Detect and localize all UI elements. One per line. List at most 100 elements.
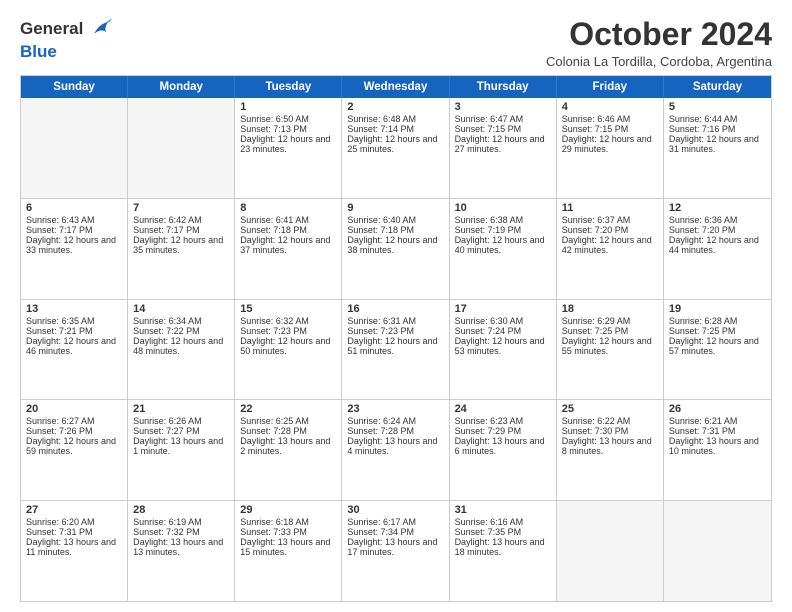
calendar-cell: 18Sunrise: 6:29 AMSunset: 7:25 PMDayligh… <box>557 300 664 400</box>
header-day-monday: Monday <box>128 76 235 98</box>
calendar: SundayMondayTuesdayWednesdayThursdayFrid… <box>20 75 772 602</box>
calendar-cell: 8Sunrise: 6:41 AMSunset: 7:18 PMDaylight… <box>235 199 342 299</box>
sunset-text: Sunset: 7:30 PM <box>562 426 658 436</box>
sunrise-text: Sunrise: 6:21 AM <box>669 416 766 426</box>
sunrise-text: Sunrise: 6:18 AM <box>240 517 336 527</box>
daylight-text: Daylight: 13 hours and 10 minutes. <box>669 436 766 456</box>
sunset-text: Sunset: 7:35 PM <box>455 527 551 537</box>
daylight-text: Daylight: 12 hours and 35 minutes. <box>133 235 229 255</box>
calendar-cell: 29Sunrise: 6:18 AMSunset: 7:33 PMDayligh… <box>235 501 342 601</box>
sunset-text: Sunset: 7:21 PM <box>26 326 122 336</box>
day-number: 2 <box>347 101 443 113</box>
day-number: 11 <box>562 202 658 214</box>
sunset-text: Sunset: 7:31 PM <box>669 426 766 436</box>
day-number: 8 <box>240 202 336 214</box>
header-day-friday: Friday <box>557 76 664 98</box>
sunrise-text: Sunrise: 6:48 AM <box>347 114 443 124</box>
sunrise-text: Sunrise: 6:32 AM <box>240 316 336 326</box>
sunset-text: Sunset: 7:25 PM <box>562 326 658 336</box>
daylight-text: Daylight: 12 hours and 48 minutes. <box>133 336 229 356</box>
calendar-cell: 9Sunrise: 6:40 AMSunset: 7:18 PMDaylight… <box>342 199 449 299</box>
calendar-cell: 14Sunrise: 6:34 AMSunset: 7:22 PMDayligh… <box>128 300 235 400</box>
sunrise-text: Sunrise: 6:23 AM <box>455 416 551 426</box>
calendar-row-3: 13Sunrise: 6:35 AMSunset: 7:21 PMDayligh… <box>21 299 771 400</box>
sunrise-text: Sunrise: 6:44 AM <box>669 114 766 124</box>
calendar-cell <box>557 501 664 601</box>
day-number: 9 <box>347 202 443 214</box>
sunset-text: Sunset: 7:19 PM <box>455 225 551 235</box>
daylight-text: Daylight: 13 hours and 2 minutes. <box>240 436 336 456</box>
day-number: 16 <box>347 303 443 315</box>
sunset-text: Sunset: 7:23 PM <box>240 326 336 336</box>
calendar-cell: 25Sunrise: 6:22 AMSunset: 7:30 PMDayligh… <box>557 400 664 500</box>
calendar-body: 1Sunrise: 6:50 AMSunset: 7:13 PMDaylight… <box>21 98 771 601</box>
day-number: 30 <box>347 504 443 516</box>
day-number: 23 <box>347 403 443 415</box>
sunset-text: Sunset: 7:33 PM <box>240 527 336 537</box>
sunrise-text: Sunrise: 6:24 AM <box>347 416 443 426</box>
calendar-cell: 23Sunrise: 6:24 AMSunset: 7:28 PMDayligh… <box>342 400 449 500</box>
page: General Blue October 2024 Colonia La Tor… <box>0 0 792 612</box>
calendar-row-2: 6Sunrise: 6:43 AMSunset: 7:17 PMDaylight… <box>21 198 771 299</box>
day-number: 21 <box>133 403 229 415</box>
day-number: 6 <box>26 202 122 214</box>
sunrise-text: Sunrise: 6:20 AM <box>26 517 122 527</box>
daylight-text: Daylight: 13 hours and 13 minutes. <box>133 537 229 557</box>
sunset-text: Sunset: 7:32 PM <box>133 527 229 537</box>
sunrise-text: Sunrise: 6:42 AM <box>133 215 229 225</box>
calendar-cell: 15Sunrise: 6:32 AMSunset: 7:23 PMDayligh… <box>235 300 342 400</box>
calendar-row-5: 27Sunrise: 6:20 AMSunset: 7:31 PMDayligh… <box>21 500 771 601</box>
calendar-cell: 2Sunrise: 6:48 AMSunset: 7:14 PMDaylight… <box>342 98 449 198</box>
calendar-cell: 19Sunrise: 6:28 AMSunset: 7:25 PMDayligh… <box>664 300 771 400</box>
day-number: 12 <box>669 202 766 214</box>
calendar-cell: 16Sunrise: 6:31 AMSunset: 7:23 PMDayligh… <box>342 300 449 400</box>
sunrise-text: Sunrise: 6:34 AM <box>133 316 229 326</box>
sunset-text: Sunset: 7:31 PM <box>26 527 122 537</box>
calendar-header: SundayMondayTuesdayWednesdayThursdayFrid… <box>21 76 771 98</box>
daylight-text: Daylight: 12 hours and 33 minutes. <box>26 235 122 255</box>
daylight-text: Daylight: 12 hours and 31 minutes. <box>669 134 766 154</box>
daylight-text: Daylight: 12 hours and 23 minutes. <box>240 134 336 154</box>
day-number: 19 <box>669 303 766 315</box>
calendar-cell: 10Sunrise: 6:38 AMSunset: 7:19 PMDayligh… <box>450 199 557 299</box>
title-block: October 2024 Colonia La Tordilla, Cordob… <box>546 16 772 69</box>
day-number: 29 <box>240 504 336 516</box>
daylight-text: Daylight: 12 hours and 50 minutes. <box>240 336 336 356</box>
calendar-cell: 30Sunrise: 6:17 AMSunset: 7:34 PMDayligh… <box>342 501 449 601</box>
calendar-row-4: 20Sunrise: 6:27 AMSunset: 7:26 PMDayligh… <box>21 399 771 500</box>
location: Colonia La Tordilla, Cordoba, Argentina <box>546 54 772 69</box>
calendar-cell: 31Sunrise: 6:16 AMSunset: 7:35 PMDayligh… <box>450 501 557 601</box>
header-day-thursday: Thursday <box>450 76 557 98</box>
logo-general: General <box>20 19 83 39</box>
day-number: 25 <box>562 403 658 415</box>
daylight-text: Daylight: 12 hours and 25 minutes. <box>347 134 443 154</box>
sunrise-text: Sunrise: 6:31 AM <box>347 316 443 326</box>
sunrise-text: Sunrise: 6:29 AM <box>562 316 658 326</box>
calendar-cell: 5Sunrise: 6:44 AMSunset: 7:16 PMDaylight… <box>664 98 771 198</box>
calendar-cell: 24Sunrise: 6:23 AMSunset: 7:29 PMDayligh… <box>450 400 557 500</box>
calendar-cell <box>664 501 771 601</box>
sunset-text: Sunset: 7:14 PM <box>347 124 443 134</box>
calendar-cell <box>128 98 235 198</box>
day-number: 10 <box>455 202 551 214</box>
sunrise-text: Sunrise: 6:30 AM <box>455 316 551 326</box>
day-number: 3 <box>455 101 551 113</box>
logo-bird-icon <box>86 16 112 42</box>
sunrise-text: Sunrise: 6:35 AM <box>26 316 122 326</box>
daylight-text: Daylight: 13 hours and 8 minutes. <box>562 436 658 456</box>
sunset-text: Sunset: 7:29 PM <box>455 426 551 436</box>
sunset-text: Sunset: 7:20 PM <box>562 225 658 235</box>
calendar-cell: 4Sunrise: 6:46 AMSunset: 7:15 PMDaylight… <box>557 98 664 198</box>
sunrise-text: Sunrise: 6:43 AM <box>26 215 122 225</box>
calendar-cell: 3Sunrise: 6:47 AMSunset: 7:15 PMDaylight… <box>450 98 557 198</box>
sunrise-text: Sunrise: 6:36 AM <box>669 215 766 225</box>
sunrise-text: Sunrise: 6:19 AM <box>133 517 229 527</box>
daylight-text: Daylight: 12 hours and 55 minutes. <box>562 336 658 356</box>
daylight-text: Daylight: 12 hours and 40 minutes. <box>455 235 551 255</box>
calendar-row-1: 1Sunrise: 6:50 AMSunset: 7:13 PMDaylight… <box>21 98 771 198</box>
sunrise-text: Sunrise: 6:17 AM <box>347 517 443 527</box>
sunset-text: Sunset: 7:18 PM <box>240 225 336 235</box>
sunset-text: Sunset: 7:17 PM <box>133 225 229 235</box>
sunrise-text: Sunrise: 6:37 AM <box>562 215 658 225</box>
logo-blue: Blue <box>20 42 57 62</box>
